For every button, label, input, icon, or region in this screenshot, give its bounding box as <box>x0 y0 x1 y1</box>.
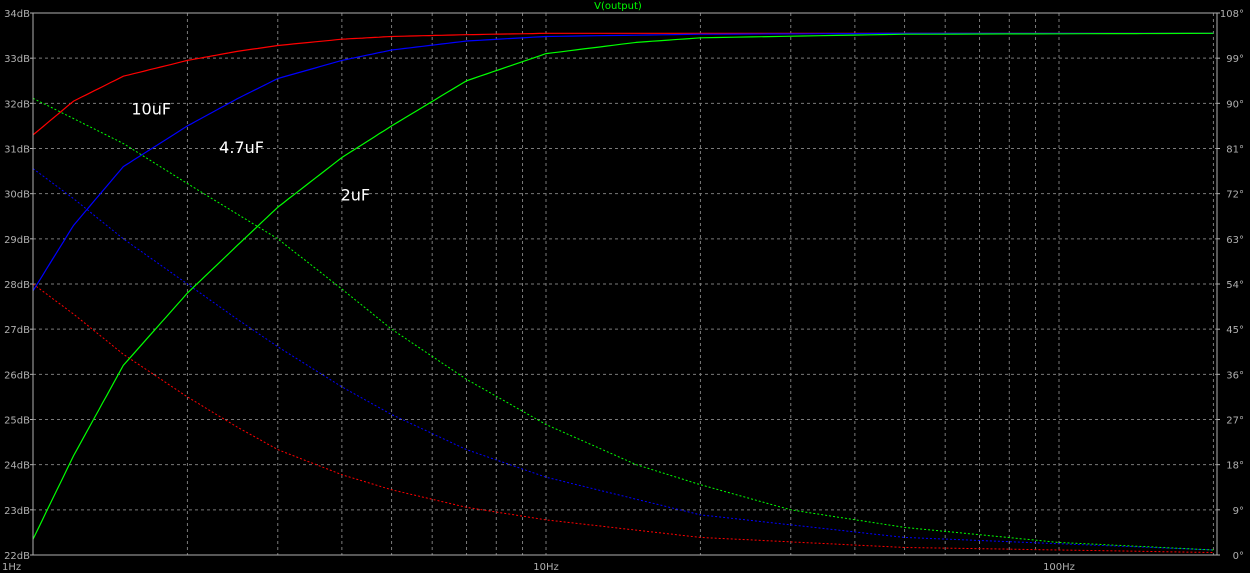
y-right-tick-label: 0° <box>1233 551 1244 562</box>
y-left-tick-label: 27dB <box>4 325 30 336</box>
y-right-tick-label: 90° <box>1226 99 1244 110</box>
y-left-tick-label: 30dB <box>4 190 30 201</box>
y-right-tick-label: 81° <box>1226 145 1244 156</box>
y-left-tick-label: 22dB <box>4 551 30 562</box>
x-tick-label: 100Hz <box>1043 562 1075 573</box>
y-left-tick-label: 33dB <box>4 54 30 65</box>
y-left-tick-label: 24dB <box>4 461 30 472</box>
series-label: 10uF <box>131 100 171 119</box>
y-left-tick-label: 23dB <box>4 506 30 517</box>
y-left-tick-label: 31dB <box>4 145 30 156</box>
x-tick-label: 10Hz <box>533 562 559 573</box>
y-right-tick-label: 63° <box>1226 235 1244 246</box>
series-label: 2uF <box>341 185 371 204</box>
y-left-tick-label: 32dB <box>4 99 30 110</box>
y-left-tick-label: 25dB <box>4 416 30 427</box>
y-right-tick-label: 99° <box>1226 54 1244 65</box>
y-right-tick-label: 72° <box>1226 190 1244 201</box>
y-left-tick-label: 29dB <box>4 235 30 246</box>
y-right-tick-label: 36° <box>1226 370 1244 381</box>
y-right-tick-label: 9° <box>1233 506 1244 517</box>
bode-plot: 22dB 23dB 24dB 25dB 26dB 27dB 28dB 29dB 30dB 31dB… <box>0 0 1250 573</box>
series-label: 4.7uF <box>219 138 264 157</box>
y-right-tick-label: 45° <box>1226 325 1244 336</box>
y-left-tick-label: 34dB <box>4 9 30 20</box>
y-right-tick-label: 108° <box>1220 9 1244 20</box>
y-left-tick-label: 26dB <box>4 370 30 381</box>
y-left-tick-label: 28dB <box>4 280 30 291</box>
y-right-tick-label: 18° <box>1226 461 1244 472</box>
x-tick-label: 1Hz <box>2 562 21 573</box>
chart-title: V(output) <box>594 1 642 12</box>
y-right-tick-label: 54° <box>1226 280 1244 291</box>
y-right-tick-label: 27° <box>1226 416 1244 427</box>
